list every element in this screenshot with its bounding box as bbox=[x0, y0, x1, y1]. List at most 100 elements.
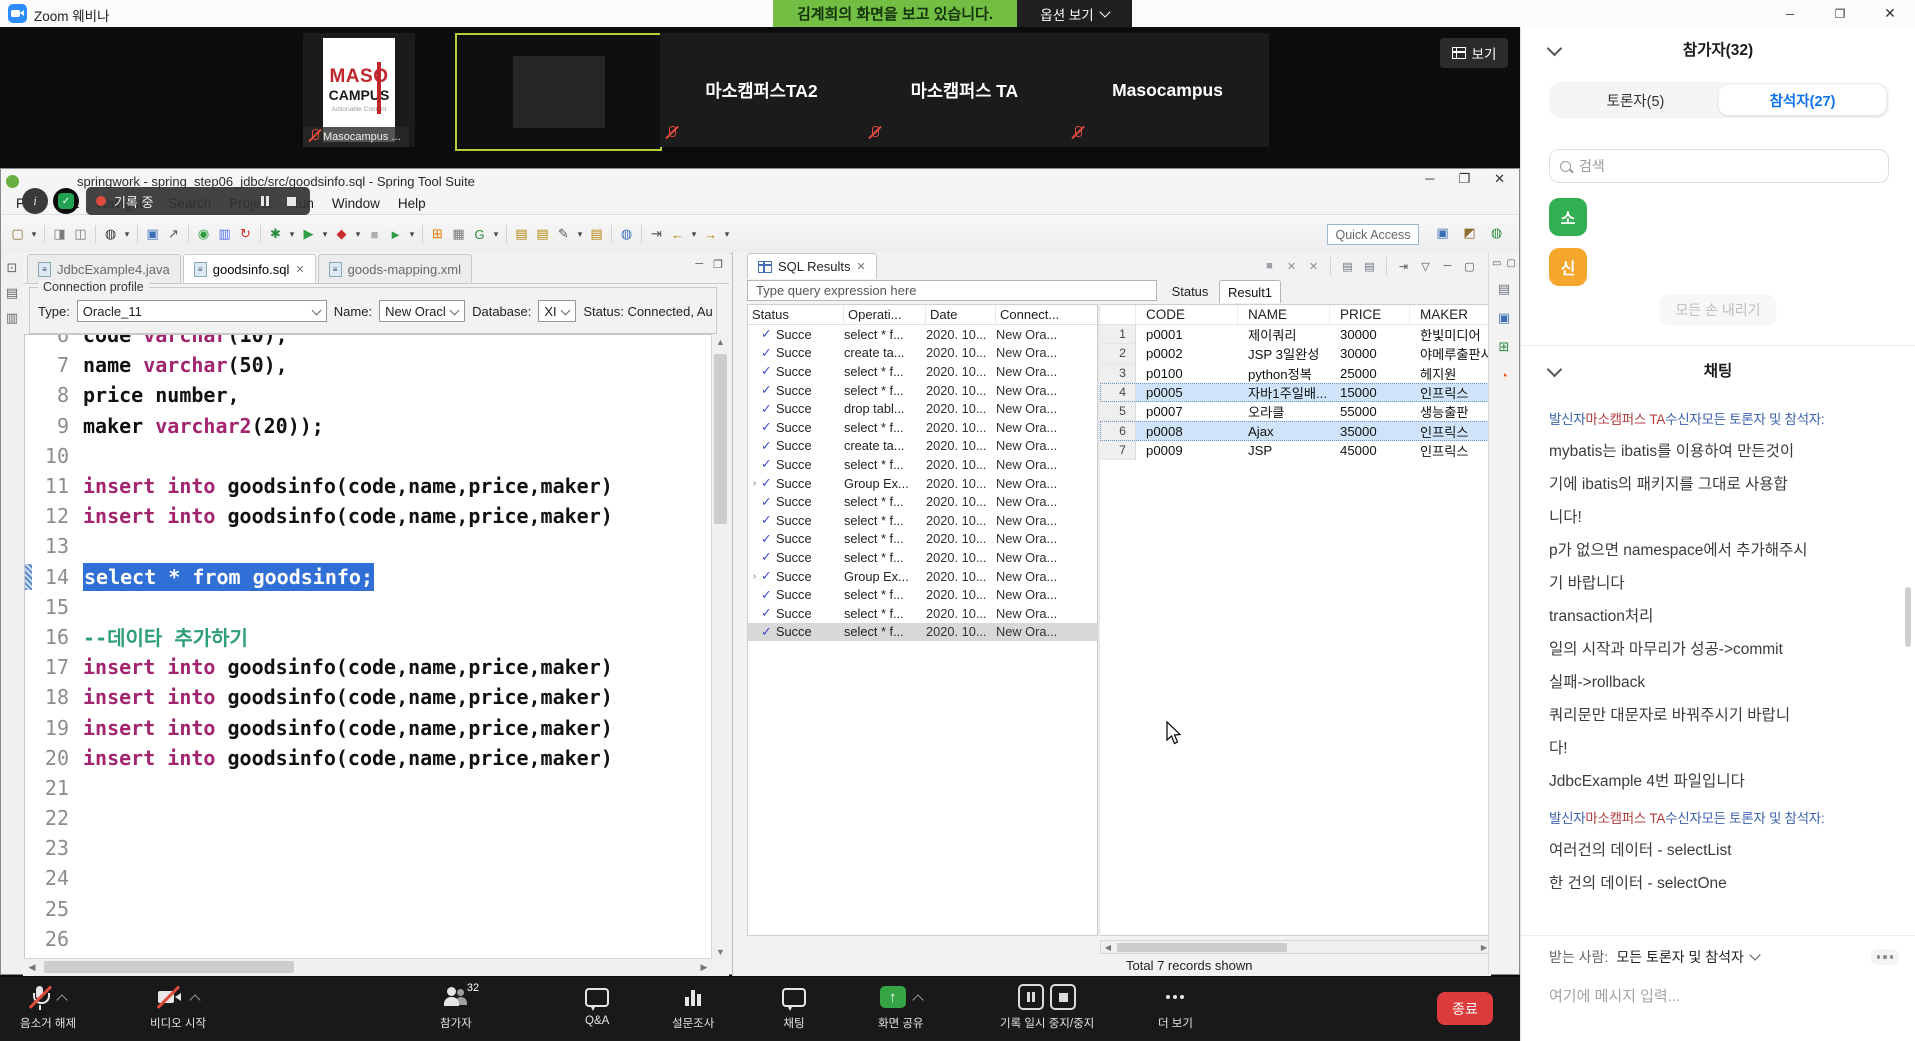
name-select[interactable]: New Oracle bbox=[379, 300, 465, 322]
video-tile[interactable]: 마소캠퍼스TA2 bbox=[660, 33, 863, 147]
scrollbar-thumb[interactable] bbox=[44, 961, 294, 973]
expand-icon[interactable]: › bbox=[748, 571, 761, 582]
save-icon[interactable]: ◨ bbox=[50, 225, 69, 244]
quick-access-box[interactable]: Quick Access bbox=[1327, 224, 1419, 245]
perspective-resource-icon[interactable]: ◩ bbox=[1460, 223, 1479, 242]
pause-record-icon[interactable] bbox=[1018, 984, 1044, 1010]
code-line[interactable]: 6code varchar(10), bbox=[25, 334, 711, 350]
code-line[interactable]: 26 bbox=[25, 924, 711, 954]
export-result-icon[interactable]: ▤ bbox=[1339, 258, 1356, 275]
menu-window[interactable]: Window bbox=[323, 196, 389, 211]
link-editor-icon[interactable]: ↗ bbox=[164, 225, 183, 244]
history-column-header[interactable]: Connect... bbox=[996, 305, 1097, 324]
grid-row[interactable]: 6p0008Ajax35000인프릭스 bbox=[1100, 421, 1491, 440]
history-row[interactable]: ✓Succeselect * f...2020. 10...New Ora... bbox=[748, 511, 1097, 530]
code-line[interactable]: 17insert into goodsinfo(code,name,price,… bbox=[25, 652, 711, 682]
maximize-pane-icon[interactable]: ▢ bbox=[1507, 258, 1516, 269]
history-row[interactable]: ✓Succeselect * f...2020. 10...New Ora... bbox=[748, 492, 1097, 511]
grid-row[interactable]: 2p0002JSP 3일완성30000야메루출판사 bbox=[1100, 344, 1491, 363]
unmute-button[interactable]: 음소거 해제 bbox=[20, 983, 76, 1031]
share-screen-button[interactable]: ↑ 화면 공유 bbox=[878, 983, 924, 1031]
palette-icon[interactable]: ◔ bbox=[1495, 366, 1514, 385]
grid-column-header[interactable]: CODE bbox=[1136, 305, 1238, 324]
perspective-jee-icon[interactable]: ▣ bbox=[1433, 223, 1452, 242]
editor-vertical-scrollbar[interactable]: ▲ ▼ bbox=[711, 334, 729, 959]
video-tile[interactable]: MASOCAMPUSActionable ContentMasocampus .… bbox=[303, 33, 415, 147]
junit-icon[interactable]: ▦ bbox=[449, 225, 468, 244]
menu-help[interactable]: Help bbox=[389, 196, 435, 211]
user-icon[interactable]: ◍ bbox=[101, 225, 120, 244]
sts-close-button[interactable]: ✕ bbox=[1494, 171, 1505, 187]
code-line[interactable]: 23 bbox=[25, 833, 711, 863]
send-to-dropdown[interactable]: 모든 토론자 및 참석자 bbox=[1616, 947, 1759, 967]
remove-all-icon[interactable]: ✕ bbox=[1305, 258, 1322, 275]
grid-row[interactable]: 3p0100python정복25000헤지원 bbox=[1100, 364, 1491, 383]
history-row[interactable]: ›✓SucceGroup Ex...2020. 10...New Ora... bbox=[748, 567, 1097, 586]
outline-view-icon[interactable]: ▥ bbox=[3, 308, 22, 327]
history-row[interactable]: ✓Succeselect * f...2020. 10...New Ora... bbox=[748, 325, 1097, 344]
nav-forward-dropdown-icon[interactable]: ▾ bbox=[722, 225, 732, 244]
code-line[interactable]: 22 bbox=[25, 803, 711, 833]
panel-icon[interactable]: ▥ bbox=[215, 225, 234, 244]
profile-icon[interactable]: ◆ bbox=[332, 225, 351, 244]
view-layout-button[interactable]: 보기 bbox=[1440, 38, 1508, 68]
sts-maximize-button[interactable]: ❐ bbox=[1458, 171, 1470, 187]
grid-column-header[interactable]: MAKER bbox=[1410, 305, 1491, 324]
code-area[interactable]: 6code varchar(10),7name varchar(50),8pri… bbox=[24, 334, 712, 959]
run-icon[interactable]: ▶ bbox=[299, 225, 318, 244]
import-folder-icon[interactable]: ▤ bbox=[533, 225, 552, 244]
code-line[interactable]: 15 bbox=[25, 592, 711, 622]
view-options-button[interactable]: 옵션 보기 bbox=[1017, 0, 1132, 27]
editor-tab[interactable]: ≡JdbcExample4.java bbox=[27, 254, 181, 283]
stop-recording-button[interactable] bbox=[282, 192, 300, 210]
database-select[interactable]: XI bbox=[538, 300, 576, 322]
maximize-button[interactable]: ❐ bbox=[1815, 0, 1865, 27]
grid-column-header[interactable]: PRICE bbox=[1330, 305, 1410, 324]
profile-dropdown-icon[interactable]: ▾ bbox=[353, 225, 363, 244]
new-dropdown-icon[interactable]: ▾ bbox=[29, 225, 39, 244]
annotate-dropdown-icon[interactable]: ▾ bbox=[575, 225, 585, 244]
history-row[interactable]: ✓Succeselect * f...2020. 10...New Ora... bbox=[748, 418, 1097, 437]
start-video-button[interactable]: 비디오 시작 bbox=[150, 983, 206, 1031]
chat-message-list[interactable]: 발신자마소캠퍼스 TA수신자모든 토론자 및 참석자:mybatis는 ibat… bbox=[1549, 399, 1899, 900]
security-shield-icon[interactable]: ✓ bbox=[53, 188, 79, 214]
chat-message-input[interactable]: 여기에 메시지 입력... bbox=[1549, 985, 1680, 1006]
scroll-left-icon[interactable]: ◀ bbox=[24, 959, 40, 975]
participant-row[interactable]: 신 bbox=[1549, 245, 1587, 289]
code-line[interactable]: 13 bbox=[25, 531, 711, 561]
query-filter-input[interactable]: Type query expression here bbox=[747, 280, 1157, 301]
grid-row[interactable]: 4p0005자바1주일배...15000인프릭스 bbox=[1100, 383, 1491, 402]
console-view-icon[interactable]: ▣ bbox=[1495, 308, 1514, 327]
video-tile[interactable]: Masocampus bbox=[1066, 33, 1269, 147]
nav-back-dropdown-icon[interactable]: ▾ bbox=[689, 225, 699, 244]
grid-horizontal-scrollbar[interactable]: ◀ ▶ bbox=[1100, 940, 1492, 954]
editor-maximize-icon[interactable]: ❐ bbox=[713, 258, 723, 271]
result1-tab[interactable]: Result1 bbox=[1219, 280, 1281, 303]
run-tool-icon[interactable]: ► bbox=[386, 225, 405, 244]
video-options-caret[interactable] bbox=[189, 994, 200, 1005]
view-menu-icon[interactable]: ▽ bbox=[1417, 258, 1434, 275]
pause-recording-button[interactable] bbox=[256, 192, 274, 210]
code-line[interactable]: 21 bbox=[25, 773, 711, 803]
restore-pane-icon[interactable]: ▭ bbox=[1492, 258, 1501, 269]
history-row[interactable]: ✓Succeselect * f...2020. 10...New Ora... bbox=[748, 604, 1097, 623]
history-column-header[interactable]: Operati... bbox=[844, 305, 926, 324]
sidebar-scrollbar-thumb[interactable] bbox=[1905, 587, 1911, 647]
package-explorer-icon[interactable]: ▤ bbox=[3, 283, 22, 302]
share-options-caret[interactable] bbox=[912, 994, 923, 1005]
console-icon[interactable]: ▣ bbox=[143, 225, 162, 244]
history-row[interactable]: ✓Succeselect * f...2020. 10...New Ora... bbox=[748, 585, 1097, 604]
sql-results-tab[interactable]: SQL Results ✕ bbox=[747, 253, 877, 279]
code-line[interactable]: 9maker varchar2(20)); bbox=[25, 411, 711, 441]
scroll-up-icon[interactable]: ▲ bbox=[712, 334, 729, 349]
editor-minimize-icon[interactable]: ─ bbox=[695, 258, 703, 271]
scroll-right-icon[interactable]: ▶ bbox=[696, 959, 712, 975]
history-row[interactable]: ✓Succeselect * f...2020. 10...New Ora... bbox=[748, 362, 1097, 381]
code-line[interactable]: 18insert into goodsinfo(code,name,price,… bbox=[25, 682, 711, 712]
lower-all-hands-button[interactable]: 모든 손 내리기 bbox=[1659, 295, 1776, 325]
code-line[interactable]: 10 bbox=[25, 441, 711, 471]
stop-record-icon[interactable] bbox=[1050, 984, 1076, 1010]
restore-view-icon[interactable]: ⊡ bbox=[3, 258, 22, 277]
terminate-icon[interactable]: ■ bbox=[1261, 258, 1278, 275]
grid-row[interactable]: 7p0009JSP45000인프릭스 bbox=[1100, 441, 1491, 460]
